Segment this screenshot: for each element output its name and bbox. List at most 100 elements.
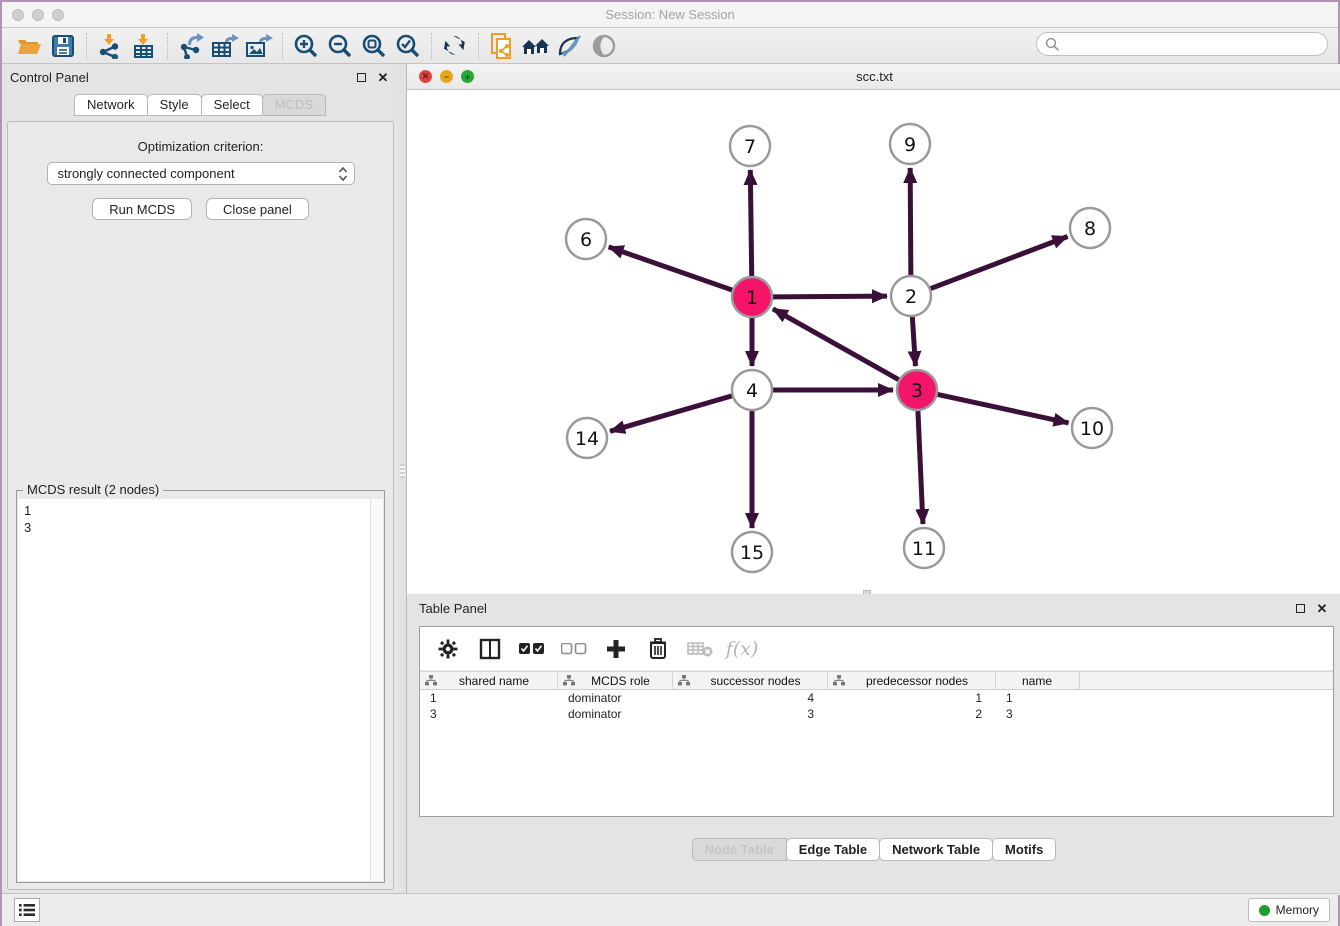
close-panel-icon[interactable]: ✕ [375,69,391,85]
column-header-name[interactable]: name [996,672,1080,689]
optimization-criterion-label: Optimization criterion: [8,139,393,154]
column-header-successor-nodes[interactable]: successor nodes [673,672,828,689]
application-window: { "window": { "title": "Session: New Ses… [0,0,1340,926]
trash-icon [649,638,667,659]
tab-motifs[interactable]: Motifs [992,838,1056,861]
graph-node-label-6: 6 [580,229,592,251]
close-table-panel-icon[interactable]: ✕ [1314,600,1330,616]
export-image-button[interactable] [242,31,276,61]
save-session-button[interactable] [46,31,80,61]
mcds-result-title: MCDS result (2 nodes) [23,482,163,497]
run-mcds-button[interactable]: Run MCDS [92,198,192,220]
graph-node-label-9: 9 [904,134,916,156]
graph-edge-3-10[interactable] [938,394,1069,422]
float-table-panel-icon[interactable] [1292,600,1308,616]
list-icon [19,903,35,917]
vertical-splitter[interactable] [399,64,407,895]
gear-icon [438,639,458,659]
control-panel-title: Control Panel [10,70,347,85]
zoom-fit-button[interactable] [357,31,391,61]
column-header-mcds-role[interactable]: MCDS role [558,672,673,689]
memory-label: Memory [1276,903,1319,917]
delete-table-icon [687,640,713,658]
birds-eye-view-button[interactable] [587,31,621,61]
mcds-tab-content: Optimization criterion: strongly connect… [7,121,394,890]
split-columns-button[interactable] [476,635,504,663]
split-columns-icon [479,638,501,660]
splitter-grip[interactable] [400,464,405,478]
control-panel-tabs: Network Style Select MCDS [2,94,399,116]
graph-edge-1-2[interactable] [773,296,887,297]
zoom-selected-button[interactable] [391,31,425,61]
export-table-button[interactable] [208,31,242,61]
refresh-icon [443,34,467,58]
table-panel-title: Table Panel [419,601,1286,616]
column-header-predecessor-nodes[interactable]: predecessor nodes [828,672,996,689]
import-network-button[interactable] [93,31,127,61]
memory-button[interactable]: Memory [1248,898,1330,922]
export-network-button[interactable] [174,31,208,61]
plus-icon [606,639,626,659]
table-settings-button[interactable] [434,635,462,663]
optimization-criterion-dropdown[interactable]: strongly connected component [47,162,355,185]
apply-layout-button[interactable] [438,31,472,61]
tab-network[interactable]: Network [74,94,148,116]
graph-node-label-3: 3 [911,380,923,402]
tab-node-table[interactable]: Node Table [692,838,787,861]
float-panel-icon[interactable] [353,69,369,85]
create-column-button[interactable] [602,635,630,663]
graph-edge-1-6[interactable] [609,247,733,290]
import-table-button[interactable] [127,31,161,61]
dropdown-stepper-icon [338,166,348,182]
zoom-selected-icon [395,33,421,59]
hide-graphics-button[interactable] [553,31,587,61]
tab-edge-table[interactable]: Edge Table [786,838,880,861]
graph-node-label-1: 1 [746,287,758,309]
select-all-columns-button[interactable] [518,635,546,663]
search-field[interactable] [1036,32,1328,56]
network-canvas[interactable]: 1234678910111415 [407,90,1340,593]
table-row[interactable]: 1 dominator 4 1 1 [420,690,1333,706]
delete-column-button[interactable] [644,635,672,663]
function-builder-button: f(x) [728,635,756,663]
tab-mcds[interactable]: MCDS [262,94,326,116]
graph-edge-1-7[interactable] [750,170,751,276]
graph-node-label-2: 2 [905,286,917,308]
graph-edge-2-3[interactable] [912,317,915,366]
column-header-shared-name[interactable]: shared name [420,672,558,689]
toolbar-separator [167,33,168,59]
open-session-button[interactable] [12,31,46,61]
tab-style[interactable]: Style [147,94,202,116]
tab-network-table[interactable]: Network Table [879,838,993,861]
window-title: Session: New Session [2,7,1338,22]
graph-node-label-14: 14 [575,428,599,450]
save-icon [51,34,75,58]
close-panel-button[interactable]: Close panel [206,198,309,220]
table-toolbar: f(x) [420,627,1333,671]
graph-edge-4-14[interactable] [610,396,732,431]
graph[interactable]: 1234678910111415 [407,90,1340,593]
graph-edge-3-11[interactable] [918,411,923,524]
graph-edge-2-9[interactable] [910,168,911,275]
tab-select[interactable]: Select [201,94,263,116]
show-log-button[interactable] [14,898,40,922]
unselect-all-columns-button[interactable] [560,635,588,663]
clone-network-button[interactable] [485,31,519,61]
network-window-titlebar: ✕ − + scc.txt [407,64,1340,90]
graph-edge-3-1[interactable] [773,309,899,380]
export-image-icon [245,33,273,59]
unchecked-boxes-icon [561,643,587,655]
attribute-icon [678,675,690,686]
network-view-window: ✕ − + scc.txt 1234678910111415 [407,64,1340,594]
search-input[interactable] [1060,35,1327,53]
toolbar-separator [86,33,87,59]
table-row[interactable]: 3 dominator 3 2 3 [420,706,1333,722]
home-button[interactable] [519,31,553,61]
result-scrollbar[interactable] [370,499,383,881]
result-item: 1 [24,502,370,519]
zoom-out-button[interactable] [323,31,357,61]
graph-edge-2-8[interactable] [931,237,1068,289]
home-icon [521,34,551,58]
zoom-in-button[interactable] [289,31,323,61]
open-folder-icon [16,34,42,58]
